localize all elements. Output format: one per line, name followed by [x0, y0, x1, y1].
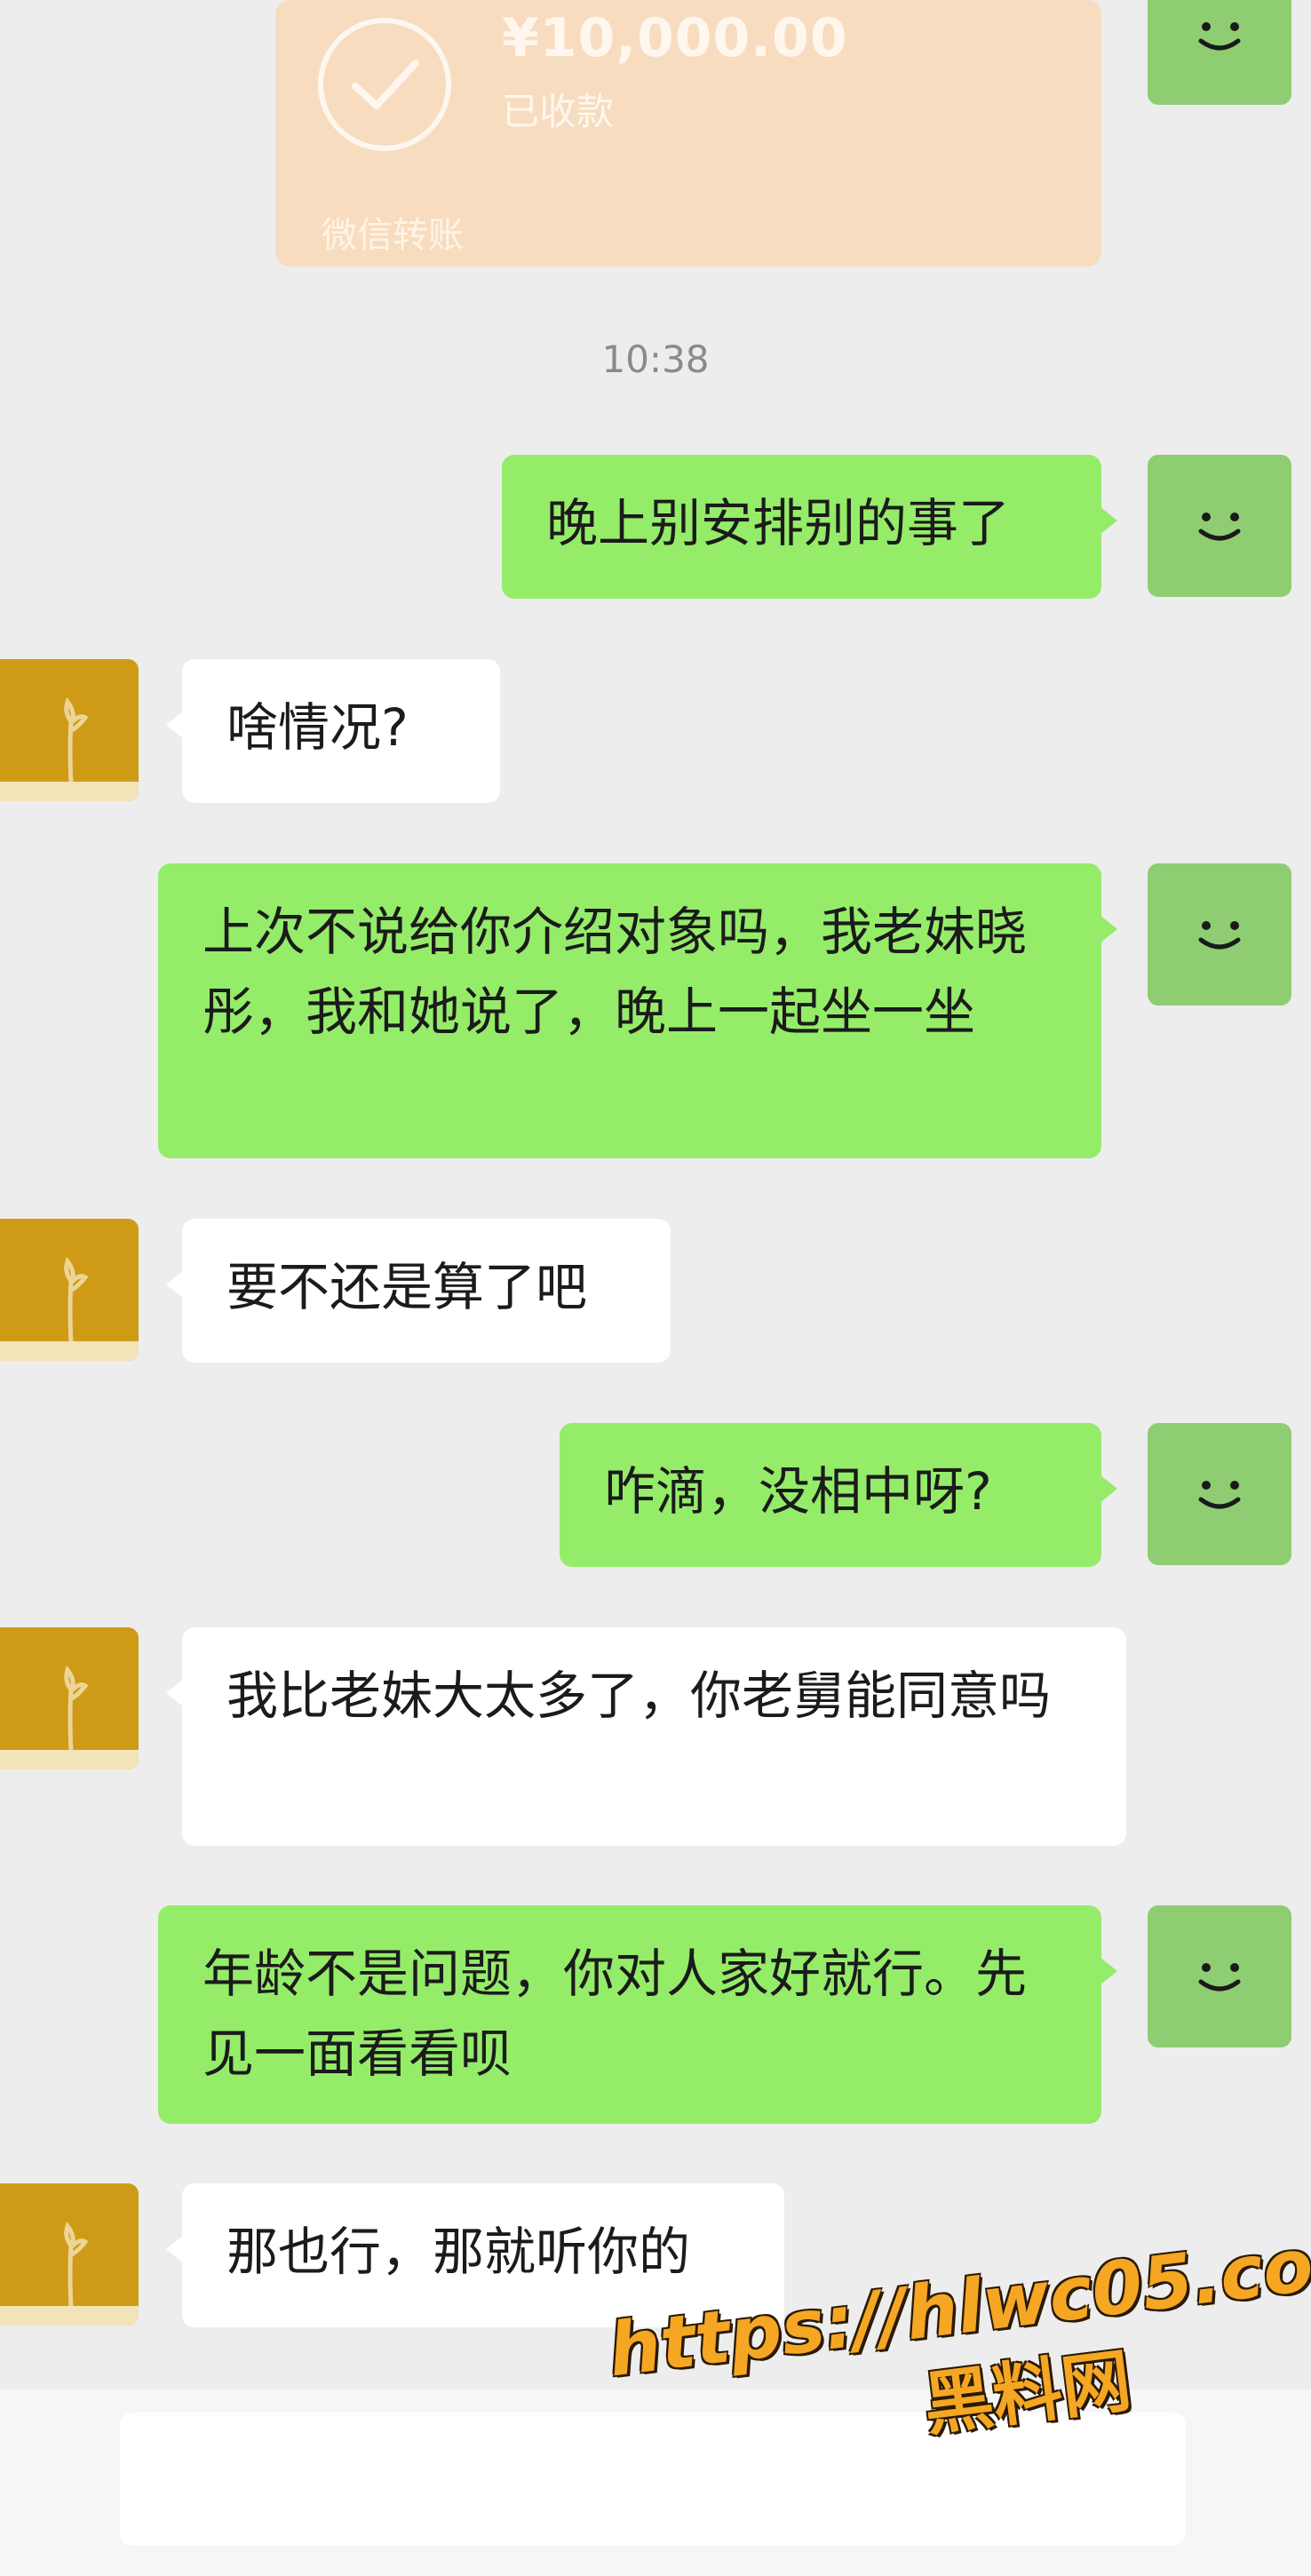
my-avatar[interactable]	[1148, 0, 1291, 105]
my-avatar[interactable]	[1148, 1905, 1291, 2047]
transfer-status: 已收款	[502, 90, 615, 133]
smile-icon	[1198, 921, 1241, 950]
transfer-amount: ¥10,000.00	[502, 7, 848, 69]
transfer-brand: 微信转账	[322, 215, 464, 256]
chat-window: ¥10,000.00 已收款 微信转账 10:38 晚上别安排别的事了 啥情况?…	[0, 0, 1311, 2576]
sprout-icon	[64, 1665, 89, 1752]
contact-avatar[interactable]	[0, 659, 139, 801]
my-avatar[interactable]	[1148, 455, 1291, 597]
smile-icon	[1198, 22, 1241, 51]
smile-icon	[1198, 1963, 1241, 1992]
my-avatar[interactable]	[1148, 863, 1291, 1006]
sprout-icon	[64, 1256, 89, 1343]
sprout-icon	[64, 2221, 89, 2308]
smile-icon	[1198, 1481, 1241, 1509]
message-bubble-me[interactable]: 年龄不是问题，你对人家好就行。先见一面看看呗	[158, 1905, 1117, 2124]
contact-avatar[interactable]	[0, 2183, 139, 2326]
transfer-card[interactable]: ¥10,000.00 已收款 微信转账	[275, 0, 1101, 266]
message-bubble-me[interactable]: 咋滴，没相中呀?	[560, 1423, 1117, 1567]
contact-avatar[interactable]	[0, 1219, 139, 1361]
message-bubble-other[interactable]: 啥情况?	[166, 659, 500, 803]
message-bubble-me[interactable]: 晚上别安排别的事了	[502, 455, 1117, 599]
message-bubble-other[interactable]: 要不还是算了吧	[166, 1219, 671, 1363]
check-circle-icon	[318, 18, 451, 151]
my-avatar[interactable]	[1148, 1423, 1291, 1565]
message-bubble-other[interactable]: 我比老妹大太多了，你老舅能同意吗	[166, 1627, 1126, 1846]
message-bubble-me[interactable]: 上次不说给你介绍对象吗，我老妹晓彤，我和她说了，晚上一起坐一坐	[158, 863, 1117, 1158]
smile-icon	[1198, 513, 1241, 541]
message-timestamp: 10:38	[601, 338, 710, 381]
contact-avatar[interactable]	[0, 1627, 139, 1769]
sprout-icon	[64, 696, 89, 783]
